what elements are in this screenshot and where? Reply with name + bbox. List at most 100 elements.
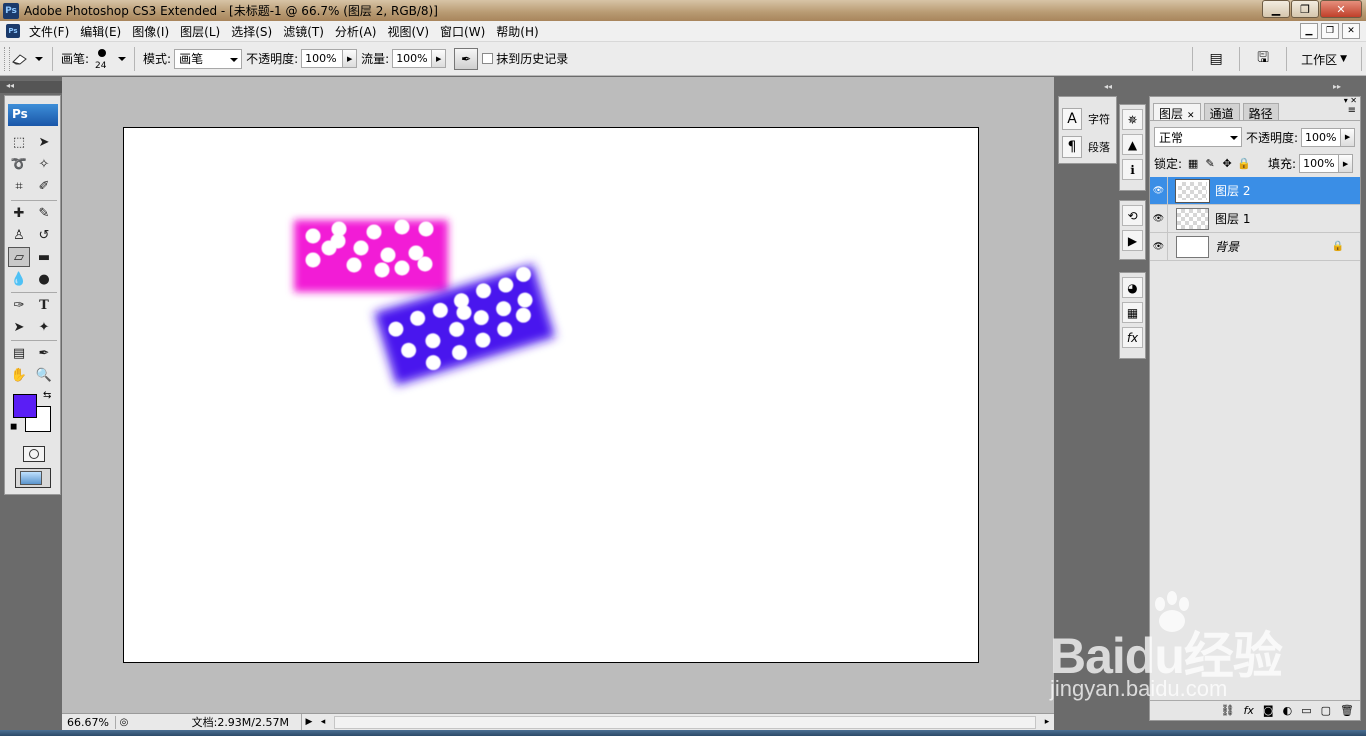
mode-select[interactable]: 画笔 xyxy=(174,48,243,69)
brush-dropdown-icon[interactable] xyxy=(118,56,127,61)
pen-tool-icon[interactable]: ✑ xyxy=(8,295,30,315)
scroll-left-icon[interactable]: ◂ xyxy=(316,717,330,727)
path-selection-tool-icon[interactable]: ➤ xyxy=(8,317,30,337)
layer-mask-icon[interactable]: ◙ xyxy=(1263,704,1274,717)
toolbox-collapse-bar[interactable]: ◂◂ xyxy=(0,81,62,93)
doc-close-button[interactable]: ✕ xyxy=(1342,23,1360,39)
swatches-icon[interactable]: ▦ xyxy=(1122,302,1143,323)
zoom-tool-icon[interactable]: 🔍 xyxy=(33,365,55,385)
opacity-slider-button[interactable]: ▶ xyxy=(343,49,358,68)
quick-mask-button[interactable] xyxy=(23,446,45,462)
layer-opacity-slider-button[interactable]: ▶ xyxy=(1341,127,1356,147)
default-colors-icon[interactable]: ◼ xyxy=(10,422,17,432)
actions-icon[interactable]: ▶ xyxy=(1122,230,1143,251)
menu-image[interactable]: 图像(I) xyxy=(129,23,177,40)
fill-input[interactable]: 100% xyxy=(1299,154,1340,173)
gradient-tool-icon[interactable]: ▬ xyxy=(33,247,55,267)
opacity-input[interactable]: 100% xyxy=(301,49,344,68)
swap-colors-icon[interactable]: ⇆ xyxy=(43,390,51,401)
layer-style-icon[interactable]: fx xyxy=(1244,704,1254,717)
custom-shape-tool-icon[interactable]: ✦ xyxy=(33,317,55,337)
menu-filter[interactable]: 滤镜(T) xyxy=(280,23,332,40)
menu-edit[interactable]: 编辑(E) xyxy=(77,23,129,40)
histogram-icon[interactable]: ▲ xyxy=(1122,134,1143,155)
marquee-tool-icon[interactable]: ⬚ xyxy=(8,132,30,152)
layer-row-background[interactable]: 👁 背景 🔒 xyxy=(1150,232,1360,261)
erase-to-history-checkbox[interactable] xyxy=(482,53,494,64)
healing-brush-tool-icon[interactable]: ✚ xyxy=(8,203,30,223)
tab-paths[interactable]: 路径 xyxy=(1242,103,1279,121)
brush-tool-icon[interactable]: ✎ xyxy=(33,203,55,223)
tab-channels[interactable]: 通道 xyxy=(1203,103,1240,121)
notes-tool-icon[interactable]: ▤ xyxy=(8,343,30,363)
color-icon[interactable]: ◕ xyxy=(1122,277,1143,298)
visibility-eye-icon[interactable]: 👁 xyxy=(1150,232,1168,261)
move-tool-icon[interactable]: ➤ xyxy=(33,132,55,152)
foreground-color-swatch[interactable] xyxy=(13,394,37,418)
status-info-icon[interactable]: ◎ xyxy=(116,717,132,728)
fill-slider-button[interactable]: ▶ xyxy=(1339,154,1354,173)
lock-image-icon[interactable]: ✎ xyxy=(1204,157,1216,170)
history-icon[interactable]: ⟲ xyxy=(1122,205,1143,226)
menu-window[interactable]: 窗口(W) xyxy=(437,23,493,40)
close-tab-icon[interactable]: ✕ xyxy=(1187,111,1195,121)
menu-layer[interactable]: 图层(L) xyxy=(177,23,228,40)
doc-restore-button[interactable]: ❐ xyxy=(1321,23,1339,39)
lock-transparency-icon[interactable]: ▦ xyxy=(1187,157,1199,170)
bridge-button[interactable]: 🖫 xyxy=(1252,49,1274,69)
status-menu-arrow-icon[interactable]: ▶ xyxy=(302,717,316,727)
close-button[interactable]: ✕ xyxy=(1320,0,1362,18)
workspace-menu[interactable]: 工作区 ▼ xyxy=(1301,51,1347,68)
eyedropper-tool-icon[interactable]: ✒ xyxy=(33,343,55,363)
styles-icon[interactable]: fx xyxy=(1122,327,1143,348)
menu-file[interactable]: 文件(F) xyxy=(26,23,77,40)
menu-view[interactable]: 视图(V) xyxy=(384,23,437,40)
flow-input[interactable]: 100% xyxy=(392,49,433,68)
horizontal-scrollbar[interactable] xyxy=(334,715,1036,729)
collapse-dock-icon[interactable]: ◂◂ xyxy=(1104,82,1112,91)
maximize-button[interactable]: ❐ xyxy=(1291,0,1319,18)
visibility-eye-icon[interactable]: 👁 xyxy=(1150,176,1168,205)
character-panel-button[interactable]: A 字符 xyxy=(1062,107,1110,131)
eraser-tool-icon[interactable]: ▱ xyxy=(8,247,30,267)
scroll-right-icon[interactable]: ▸ xyxy=(1040,717,1054,727)
layer-row-2[interactable]: 👁 图层 2 xyxy=(1150,176,1360,205)
screen-mode-button[interactable] xyxy=(15,468,51,488)
document-canvas[interactable] xyxy=(123,127,979,663)
menu-analysis[interactable]: 分析(A) xyxy=(332,23,385,40)
crop-tool-icon[interactable]: ⌗ xyxy=(8,176,30,196)
photoshop-logo[interactable]: Ps xyxy=(8,104,58,126)
tab-layers[interactable]: 图层 ✕ xyxy=(1153,103,1201,121)
hand-tool-icon[interactable]: ✋ xyxy=(8,365,30,385)
layer-opacity-input[interactable]: 100% xyxy=(1301,127,1342,147)
lock-all-icon[interactable]: 🔒 xyxy=(1237,157,1251,170)
type-tool-icon[interactable]: T xyxy=(33,295,55,315)
new-layer-icon[interactable]: ▢ xyxy=(1321,704,1331,717)
brush-picker[interactable]: 24 xyxy=(92,46,114,72)
clone-stamp-tool-icon[interactable]: ♙ xyxy=(8,225,30,245)
flow-slider-button[interactable]: ▶ xyxy=(432,49,447,68)
blur-tool-icon[interactable]: 💧 xyxy=(8,269,30,289)
lasso-tool-icon[interactable]: ➰ xyxy=(8,154,30,174)
palette-well-button[interactable]: ▤ xyxy=(1205,49,1227,69)
dodge-tool-icon[interactable]: ● xyxy=(33,269,55,289)
info-icon[interactable]: ℹ xyxy=(1122,159,1143,180)
doc-minimize-button[interactable]: ▁ xyxy=(1300,23,1318,39)
slice-tool-icon[interactable]: ✐ xyxy=(33,176,55,196)
delete-layer-icon[interactable]: 🗑 xyxy=(1340,704,1354,717)
magic-wand-tool-icon[interactable]: ✧ xyxy=(33,154,55,174)
menu-help[interactable]: 帮助(H) xyxy=(493,23,546,40)
menu-select[interactable]: 选择(S) xyxy=(228,23,280,40)
panel-menu-icon[interactable]: ≡ xyxy=(1348,105,1356,116)
minimize-button[interactable]: ▁ xyxy=(1262,0,1290,18)
zoom-level[interactable]: 66.67% xyxy=(62,715,116,729)
navigator-icon[interactable]: ✵ xyxy=(1122,109,1143,130)
tool-preset-picker[interactable] xyxy=(10,47,48,71)
document-icon[interactable]: Ps xyxy=(6,24,20,38)
link-layers-icon[interactable]: ⛓ xyxy=(1221,704,1235,717)
new-group-icon[interactable]: ▭ xyxy=(1301,704,1311,717)
adjustment-layer-icon[interactable]: ◐ xyxy=(1283,704,1293,717)
lock-position-icon[interactable]: ✥ xyxy=(1221,157,1233,170)
visibility-eye-icon[interactable]: 👁 xyxy=(1150,204,1168,233)
expand-dock-icon[interactable]: ▸▸ xyxy=(1333,82,1341,91)
